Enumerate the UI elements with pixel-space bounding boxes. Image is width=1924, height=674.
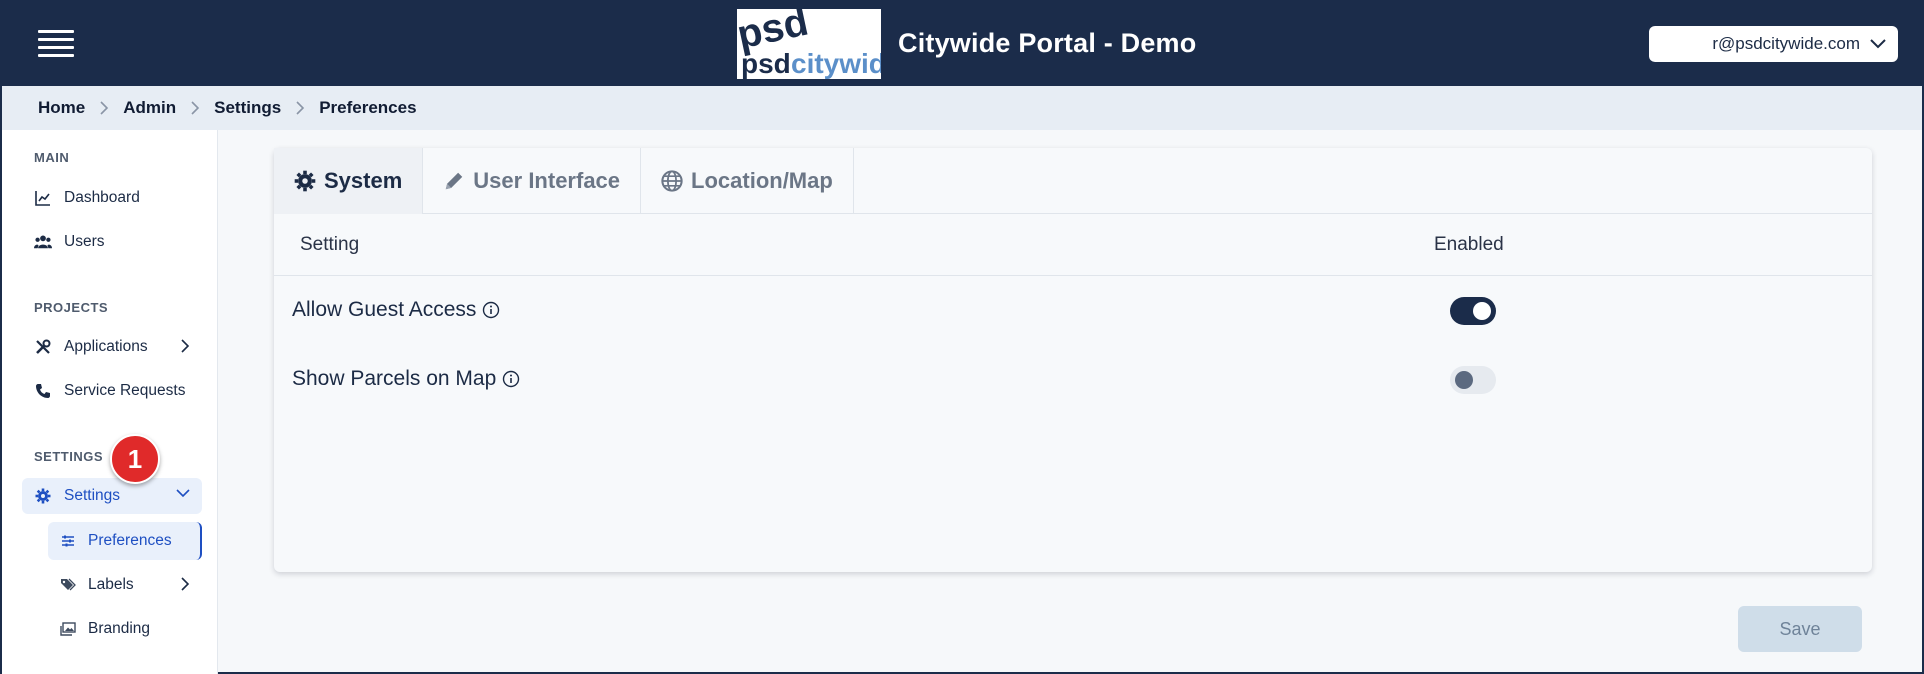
breadcrumb-preferences[interactable]: Preferences <box>319 98 416 118</box>
tab-location-map[interactable]: Location/Map <box>641 148 854 214</box>
setting-label: Show Parcels on Map <box>292 367 520 391</box>
section-label-projects: PROJECTS <box>34 300 109 315</box>
toggle-knob <box>1455 371 1473 389</box>
svg-text:citywide: citywide <box>791 48 881 79</box>
chevron-down-icon <box>1870 34 1886 54</box>
sliders-icon <box>60 533 76 549</box>
chevron-right-icon <box>180 339 190 353</box>
pencil-icon <box>443 170 465 192</box>
sidebar-item-label: Preferences <box>88 532 172 549</box>
breadcrumb-home[interactable]: Home <box>38 98 85 118</box>
gear-icon <box>34 487 52 505</box>
breadcrumb-settings[interactable]: Settings <box>214 98 281 118</box>
app-header: psd psd citywide Citywide Portal - Demo … <box>2 2 1922 86</box>
users-icon <box>34 233 52 251</box>
tags-icon <box>60 577 76 593</box>
table-row: Show Parcels on Map <box>274 347 1872 415</box>
sidebar-item-label: Service Requests <box>64 382 186 399</box>
sidebar-item-label: Applications <box>64 338 148 355</box>
user-account-menu[interactable]: r@psdcitywide.com <box>1649 26 1898 62</box>
info-icon[interactable] <box>482 301 500 319</box>
tab-system[interactable]: System <box>274 148 424 214</box>
chart-line-icon <box>34 189 52 207</box>
sidebar-item-label: Labels <box>88 576 134 593</box>
column-header-enabled: Enabled <box>1434 234 1504 255</box>
chevron-right-icon <box>190 101 200 115</box>
svg-text:psd: psd <box>741 48 791 79</box>
section-label-settings: SETTINGS <box>34 449 104 464</box>
tools-icon <box>34 338 52 356</box>
settings-table-header: Setting Enabled <box>274 214 1872 276</box>
app-title: Citywide Portal - Demo <box>898 28 1197 58</box>
tab-label: User Interface <box>473 168 621 193</box>
breadcrumb-admin[interactable]: Admin <box>123 98 176 118</box>
allow-guest-access-toggle[interactable] <box>1450 297 1496 325</box>
sidebar-item-service-requests[interactable]: Service Requests <box>22 373 202 409</box>
sidebar: MAIN Dashboard Users PROJECTS Applicatio… <box>2 130 218 674</box>
toggle-knob <box>1473 302 1491 320</box>
phone-icon <box>34 382 52 400</box>
sidebar-item-users[interactable]: Users <box>22 224 202 260</box>
sidebar-item-settings[interactable]: Settings <box>22 478 202 514</box>
preferences-panel: System User Interface Location/Map Setti… <box>274 148 1872 572</box>
chevron-right-icon <box>295 101 305 115</box>
globe-icon <box>661 170 683 192</box>
step-number-badge: 1 <box>110 434 160 484</box>
tab-label: Location/Map <box>691 168 833 193</box>
tab-bar: System User Interface Location/Map <box>274 148 1872 214</box>
setting-label: Allow Guest Access <box>292 298 500 322</box>
setting-name: Show Parcels on Map <box>292 367 497 390</box>
chevron-down-icon <box>176 488 190 498</box>
user-email: r@psdcitywide.com <box>1712 34 1860 53</box>
section-label-main: MAIN <box>34 150 70 165</box>
gear-icon <box>294 170 316 192</box>
column-header-setting: Setting <box>300 234 360 255</box>
sidebar-item-label: Branding <box>88 620 151 637</box>
sidebar-subitem-branding[interactable]: Branding <box>48 610 202 648</box>
sidebar-item-label: Dashboard <box>64 189 140 206</box>
sidebar-item-label: Users <box>64 233 105 250</box>
show-parcels-toggle[interactable] <box>1450 366 1496 394</box>
sidebar-subitem-preferences[interactable]: Preferences <box>48 522 202 560</box>
save-button[interactable]: Save <box>1738 606 1862 652</box>
sidebar-item-applications[interactable]: Applications <box>22 329 202 365</box>
table-row: Allow Guest Access <box>274 278 1872 346</box>
images-icon <box>60 621 76 637</box>
tab-user-interface[interactable]: User Interface <box>423 148 642 214</box>
hamburger-icon[interactable] <box>38 30 74 58</box>
breadcrumb: Home Admin Settings Preferences <box>2 86 1922 130</box>
tab-label: System <box>324 168 403 193</box>
sidebar-item-label: Settings <box>64 487 121 504</box>
sidebar-item-dashboard[interactable]: Dashboard <box>22 180 202 216</box>
chevron-right-icon <box>180 577 190 591</box>
setting-name: Allow Guest Access <box>292 298 477 321</box>
info-icon[interactable] <box>502 370 520 388</box>
company-logo: psd psd citywide <box>737 9 881 79</box>
sidebar-subitem-labels[interactable]: Labels <box>48 566 202 604</box>
chevron-right-icon <box>99 101 109 115</box>
